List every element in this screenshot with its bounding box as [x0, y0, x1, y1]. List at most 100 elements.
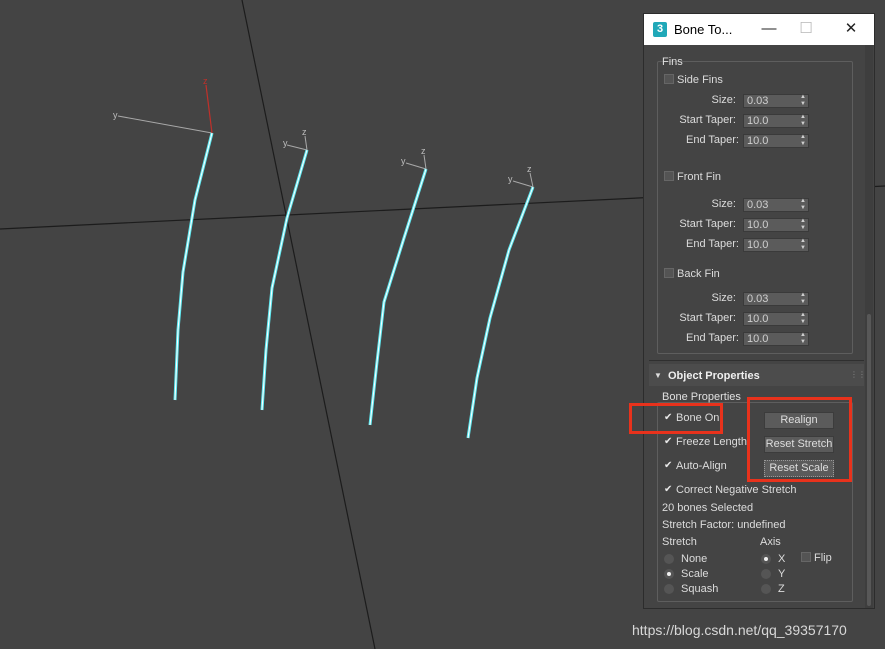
- minimize-button[interactable]: —: [754, 18, 784, 40]
- spinner-arrows-icon[interactable]: ▲ ▼: [800, 218, 806, 232]
- auto-align-label: Auto-Align: [676, 460, 727, 472]
- axis-label-y: y: [508, 174, 513, 184]
- drag-handle-icon[interactable]: ⋮⋮: [850, 370, 866, 379]
- window-title: Bone To...: [674, 22, 733, 37]
- axis-x-radio[interactable]: [761, 554, 771, 564]
- spinner-value: 10.0: [747, 313, 769, 325]
- axis-label-y: y: [283, 138, 288, 148]
- gizmo-y-axis: [405, 162, 427, 170]
- bone-chain-line: [260, 149, 309, 411]
- spinner-arrows-icon[interactable]: ▲ ▼: [800, 238, 806, 252]
- stretch-squash-radio[interactable]: [664, 584, 674, 594]
- gizmo-z-axis: [529, 172, 534, 188]
- bone-properties-title: Bone Properties: [662, 391, 741, 403]
- front-end-taper-label: End Taper:: [685, 238, 739, 250]
- watermark-text: https://blog.csdn.net/qq_39357170: [632, 622, 847, 638]
- spinner-arrows-icon[interactable]: ▲ ▼: [800, 292, 806, 306]
- axis-label-z: z: [421, 146, 426, 156]
- axis-x-label: X: [778, 553, 786, 565]
- flip-checkbox[interactable]: [801, 552, 811, 562]
- back-fin-label: Back Fin: [677, 268, 720, 280]
- title-bar[interactable]: 3 Bone To... — ☐ ✕: [644, 14, 874, 45]
- axis-label-y: y: [113, 110, 118, 120]
- back-end-taper-spinner[interactable]: 10.0 ▲ ▼: [743, 332, 809, 346]
- front-start-taper-spinner[interactable]: 10.0 ▲ ▼: [743, 218, 809, 232]
- side-fins-checkbox[interactable]: [664, 74, 674, 84]
- flip-label: Flip: [814, 552, 832, 564]
- axis-y-radio[interactable]: [761, 569, 771, 579]
- bones-selected-text: 20 bones Selected: [662, 502, 754, 514]
- back-start-taper-label: Start Taper:: [679, 312, 736, 324]
- freeze-length-label: Freeze Length: [676, 436, 747, 448]
- spinner-value: 10.0: [747, 135, 769, 147]
- axis-label-z: z: [203, 76, 208, 86]
- back-start-taper-spinner[interactable]: 10.0 ▲ ▼: [743, 312, 809, 326]
- scrollbar-thumb[interactable]: [867, 314, 871, 606]
- spinner-arrows-icon[interactable]: ▲ ▼: [800, 198, 806, 212]
- freeze-length-checkbox[interactable]: ✔: [664, 437, 674, 447]
- side-start-taper-label: Start Taper:: [679, 114, 736, 126]
- bone-chain-line: [368, 168, 428, 426]
- spinner-arrows-icon[interactable]: ▲ ▼: [800, 134, 806, 148]
- stretch-none-label: None: [681, 553, 708, 565]
- stretch-none-radio[interactable]: [664, 554, 674, 564]
- stretch-squash-label: Squash: [681, 583, 719, 595]
- axis-z-radio[interactable]: [761, 584, 771, 594]
- spinner-arrows-icon[interactable]: ▲ ▼: [800, 332, 806, 346]
- side-size-label: Size:: [711, 94, 736, 106]
- bone-chain-line: [173, 132, 214, 401]
- spinner-arrows-icon[interactable]: ▲ ▼: [800, 114, 806, 128]
- gizmo-z-axis: [304, 135, 308, 151]
- spinner-value: 10.0: [747, 115, 769, 127]
- auto-align-checkbox[interactable]: ✔: [664, 461, 674, 471]
- front-fin-checkbox[interactable]: [664, 171, 674, 181]
- object-properties-title: Object Properties: [668, 370, 760, 382]
- stretch-group-label: Stretch: [662, 536, 697, 548]
- bone-chain-line: [466, 186, 535, 439]
- axis-label-z: z: [302, 127, 307, 137]
- stretch-scale-label: Scale: [681, 568, 709, 580]
- back-end-taper-label: End Taper:: [685, 332, 739, 344]
- collapse-arrow-icon[interactable]: ▼: [654, 371, 662, 380]
- maximize-button[interactable]: ☐: [791, 18, 821, 40]
- grid-line-vertical: [241, 0, 376, 649]
- gizmo-z-axis: [205, 84, 213, 134]
- side-end-taper-label: End Taper:: [685, 134, 739, 146]
- annotation-box-bone-on: [629, 403, 723, 434]
- app-icon: 3: [653, 22, 667, 37]
- gizmo-y-axis: [512, 180, 534, 188]
- axis-y-label: Y: [778, 568, 786, 580]
- side-size-spinner[interactable]: 0.03 ▲ ▼: [743, 94, 809, 108]
- spinner-value: 0.03: [747, 293, 769, 305]
- front-size-label: Size:: [711, 198, 736, 210]
- front-fin-label: Front Fin: [677, 171, 722, 183]
- front-size-spinner[interactable]: 0.03 ▲ ▼: [743, 198, 809, 212]
- axis-z-label: Z: [778, 583, 785, 595]
- side-end-taper-spinner[interactable]: 10.0 ▲ ▼: [743, 134, 809, 148]
- close-button[interactable]: ✕: [836, 18, 866, 40]
- bone-chain-2: y z: [260, 127, 309, 411]
- side-start-taper-spinner[interactable]: 10.0 ▲ ▼: [743, 114, 809, 128]
- bone-chain-3: y z: [368, 146, 428, 426]
- axis-group-label: Axis: [760, 536, 781, 548]
- gizmo-y-axis: [286, 144, 308, 151]
- fins-group-title: Fins: [662, 56, 683, 68]
- axis-label-z: z: [527, 164, 532, 174]
- spinner-arrows-icon[interactable]: ▲ ▼: [800, 312, 806, 326]
- annotation-box-buttons: [747, 397, 852, 482]
- correct-negative-stretch-label: Correct Negative Stretch: [676, 484, 797, 496]
- spinner-value: 10.0: [747, 333, 769, 345]
- gizmo-z-axis: [423, 154, 427, 170]
- bone-chain-1: y z: [113, 76, 214, 401]
- axis-label-y: y: [401, 156, 406, 166]
- back-fin-checkbox[interactable]: [664, 268, 674, 278]
- stretch-scale-radio[interactable]: [664, 569, 674, 579]
- spinner-arrows-icon[interactable]: ▲ ▼: [800, 94, 806, 108]
- front-end-taper-spinner[interactable]: 10.0 ▲ ▼: [743, 238, 809, 252]
- correct-negative-stretch-checkbox[interactable]: ✔: [664, 485, 674, 495]
- back-size-spinner[interactable]: 0.03 ▲ ▼: [743, 292, 809, 306]
- bone-tools-window[interactable]: 3 Bone To... — ☐ ✕ Fins Side Fins Size: …: [643, 13, 875, 609]
- spinner-value: 10.0: [747, 239, 769, 251]
- front-start-taper-label: Start Taper:: [679, 218, 736, 230]
- spinner-value: 10.0: [747, 219, 769, 231]
